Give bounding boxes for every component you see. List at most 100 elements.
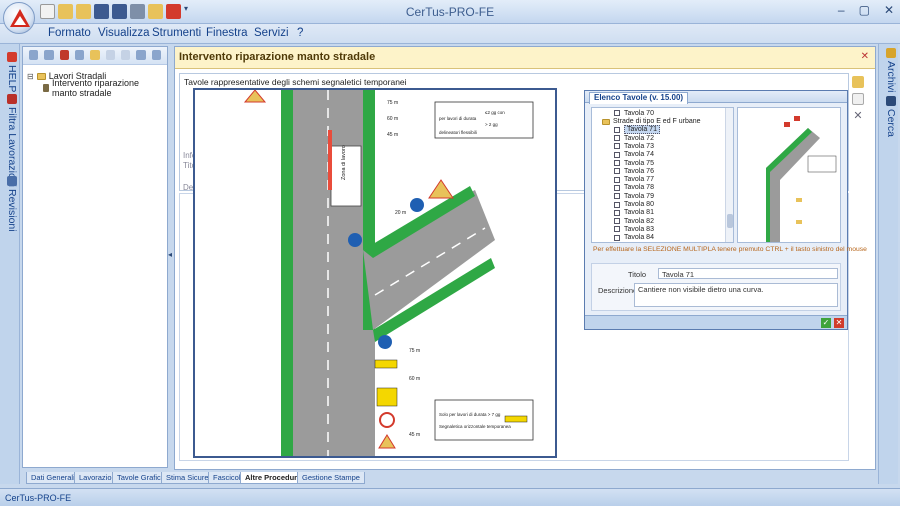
checkbox-icon[interactable] (614, 201, 620, 208)
tree-view: ⊟ Lavori Stradali Intervento riparazione… (23, 65, 167, 99)
move-left-icon[interactable] (105, 50, 115, 60)
tables-list[interactable]: Tavola 70 Strade di tipo E ed F urbane Tav… (591, 107, 734, 243)
checkbox-icon[interactable] (614, 126, 620, 133)
collapse-toggle-icon[interactable]: ⊟ (27, 72, 34, 81)
checkbox-icon[interactable] (614, 110, 620, 117)
new-node-icon[interactable] (29, 50, 39, 60)
tab-dati-generali[interactable]: Dati Generali (26, 472, 80, 484)
list-item-label: Tavola 78 (624, 184, 654, 192)
help-icon (7, 52, 17, 62)
delete-node-icon[interactable] (59, 50, 69, 60)
menu-servizi[interactable]: Servizi (254, 27, 289, 39)
distance-label-bottom-3: 45 m (409, 432, 420, 438)
copy-node-icon[interactable] (44, 50, 54, 60)
dialog-tab-bar: Elenco Tavole (v. 15.00) (585, 91, 847, 104)
checkbox-icon[interactable] (614, 160, 620, 167)
rail-tab-help[interactable]: HELP (2, 52, 18, 92)
menu-formato[interactable]: Formato (48, 27, 91, 39)
list-item[interactable]: Tavola 75 (592, 159, 726, 168)
list-item[interactable]: Tavola 79 (592, 192, 726, 201)
rail-tab-revisioni[interactable]: Revisioni (2, 176, 18, 232)
remove-drawing-icon[interactable]: ✕ (852, 110, 864, 122)
road-work-icon (43, 84, 49, 92)
list-item[interactable]: Tavola 71 (592, 125, 726, 135)
list-item[interactable]: Tavola 78 (592, 184, 726, 193)
list-item-label: Tavola 74 (624, 151, 654, 159)
expand-icon[interactable] (136, 50, 146, 60)
folder-node-icon[interactable] (90, 50, 100, 60)
copy-drawing-icon[interactable] (852, 93, 864, 105)
collapse-icon[interactable] (151, 50, 161, 60)
rail-tab-filtra-lavorazioni[interactable]: Filtra Lavorazioni (2, 94, 18, 187)
list-item[interactable]: Tavola 83 (592, 225, 726, 234)
menu-finestra[interactable]: Finestra (206, 27, 248, 39)
list-scrollbar[interactable] (725, 108, 733, 242)
preview-drawing-svg (766, 116, 837, 242)
multi-select-hint: Per effettuare la SELEZIONE MULTIPLA ten… (593, 246, 867, 253)
list-item-label: Tavola 83 (624, 225, 654, 233)
list-item-label: Tavola 79 (624, 192, 654, 200)
checkbox-icon[interactable] (614, 135, 620, 142)
titolo-field[interactable]: Tavola 71 (658, 268, 838, 279)
list-item[interactable]: Tavola 81 (592, 209, 726, 218)
checkbox-icon[interactable] (614, 226, 620, 233)
distance-label-bottom-2: 60 m (409, 376, 420, 382)
list-item-label: Tavola 80 (624, 201, 654, 209)
menu-strumenti[interactable]: Strumenti (152, 27, 201, 39)
checkbox-icon[interactable] (614, 176, 620, 183)
checkbox-icon[interactable] (614, 218, 620, 225)
filter-icon (7, 94, 17, 104)
list-item[interactable]: Tavola 77 (592, 175, 726, 184)
list-item-label: Tavola 77 (624, 176, 654, 184)
menu-visualizza[interactable]: Visualizza (98, 27, 150, 39)
checkbox-icon[interactable] (614, 193, 620, 200)
distance-label-top-1: 75 m (387, 100, 398, 106)
add-drawing-icon[interactable] (852, 76, 864, 88)
up-node-icon[interactable] (74, 50, 85, 60)
rail-tab-cerca[interactable]: Cerca (881, 96, 897, 137)
list-item[interactable]: Tavola 76 (592, 167, 726, 176)
list-item-label: Tavola 76 (624, 167, 654, 175)
rail-tab-archivi[interactable]: Archivi (881, 48, 897, 93)
dialog-tab-elenco-tavole[interactable]: Elenco Tavole (v. 15.00) (589, 92, 689, 104)
checkbox-icon[interactable] (614, 184, 620, 191)
list-item[interactable]: Tavola 82 (592, 217, 726, 226)
group-title: Tavole rappresentative degli schemi segn… (184, 77, 407, 87)
window-controls: – ▢ ✕ (838, 3, 894, 17)
close-icon[interactable]: ✕ (861, 51, 869, 62)
bottom-tab-strip: Dati Generali Lavorazioni Tavole Grafich… (22, 471, 876, 484)
close-button[interactable]: ✕ (884, 3, 894, 17)
legend-2gg-label: ≤2 gg con (485, 110, 505, 115)
menu-bar: Formato Visualizza Strumenti Finestra Se… (0, 24, 900, 44)
checkbox-icon[interactable] (614, 151, 620, 158)
table-preview (737, 107, 841, 243)
minimize-button[interactable]: – (838, 3, 845, 17)
list-item[interactable]: Tavola 80 (592, 200, 726, 209)
move-right-icon[interactable] (120, 50, 131, 60)
legend-more-2gg-label: > 2 gg (485, 122, 498, 127)
checkbox-icon[interactable] (614, 168, 620, 175)
checkbox-icon[interactable] (614, 234, 620, 241)
list-item[interactable]: Tavola 70 (592, 109, 726, 118)
distance-label-top-3: 45 m (387, 132, 398, 138)
list-item-label: Tavola 72 (624, 134, 654, 142)
signage-drawing[interactable]: Zona di lavoro per lavori di durata ≤2 g… (193, 88, 557, 458)
legend-delineators-label: delineatori flessibili (439, 130, 477, 135)
list-item[interactable]: Tavola 84 (592, 234, 726, 243)
tab-gestione-stampe[interactable]: Gestione Stampe (297, 472, 365, 484)
checkbox-icon[interactable] (614, 143, 620, 150)
confirm-button[interactable]: ✓ (821, 318, 831, 328)
maximize-button[interactable]: ▢ (859, 3, 870, 17)
tree-node-intervento[interactable]: Intervento riparazione manto stradale (27, 78, 163, 98)
page-title: Intervento riparazione manto stradale (179, 51, 376, 63)
list-item[interactable]: Tavola 74 (592, 151, 726, 160)
list-item[interactable]: Tavola 72 (592, 134, 726, 143)
list-scroll-thumb[interactable] (727, 214, 733, 228)
app-logo-icon[interactable] (3, 2, 35, 34)
list-item[interactable]: Tavola 73 (592, 142, 726, 151)
checkbox-icon[interactable] (614, 209, 620, 216)
cancel-button[interactable]: ✕ (834, 318, 844, 328)
menu-help[interactable]: ? (297, 27, 303, 39)
binoculars-icon (886, 96, 896, 106)
descrizione-field[interactable]: Cantiere non visibile dietro una curva. (634, 283, 838, 307)
